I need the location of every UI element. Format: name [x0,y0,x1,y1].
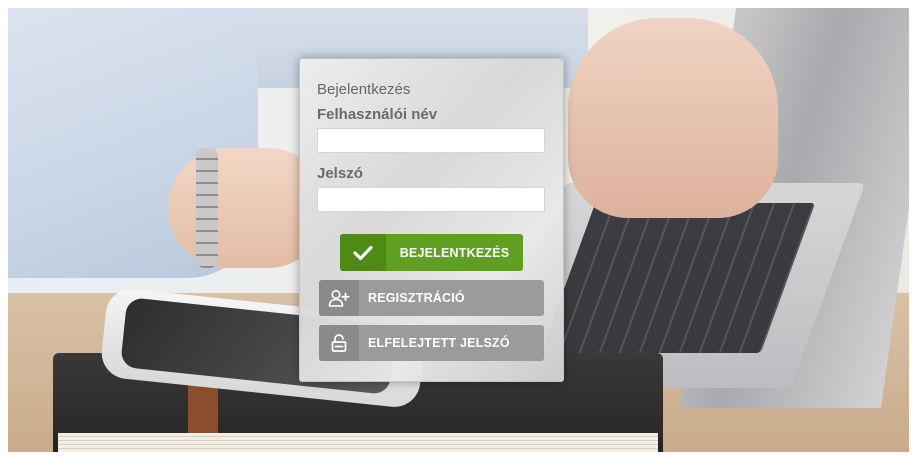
notebook-pages [58,433,658,452]
login-button-label: BEJELENTKEZÉS [399,245,510,260]
bracelet [196,148,218,268]
forgot-password-button-label: ELFELEJTETT JELSZÓ [368,336,510,350]
unlock-icon [319,325,359,361]
password-label: Jelszó [317,165,363,182]
add-user-icon [319,280,359,316]
register-button[interactable]: REGISZTRÁCIÓ [319,280,544,316]
hand [568,18,778,218]
forgot-password-button[interactable]: ELFELEJTETT JELSZÓ [319,325,544,361]
login-panel: Bejelentkezés Felhasználói név Jelszó BE… [299,58,564,382]
register-button-label: REGISZTRÁCIÓ [368,291,465,305]
login-button[interactable]: BEJELENTKEZÉS [340,234,523,271]
username-input[interactable] [317,128,545,153]
username-label: Felhasználói név [317,106,438,123]
password-input[interactable] [317,187,545,212]
login-title: Bejelentkezés [317,81,411,98]
checkmark-icon [340,234,386,271]
